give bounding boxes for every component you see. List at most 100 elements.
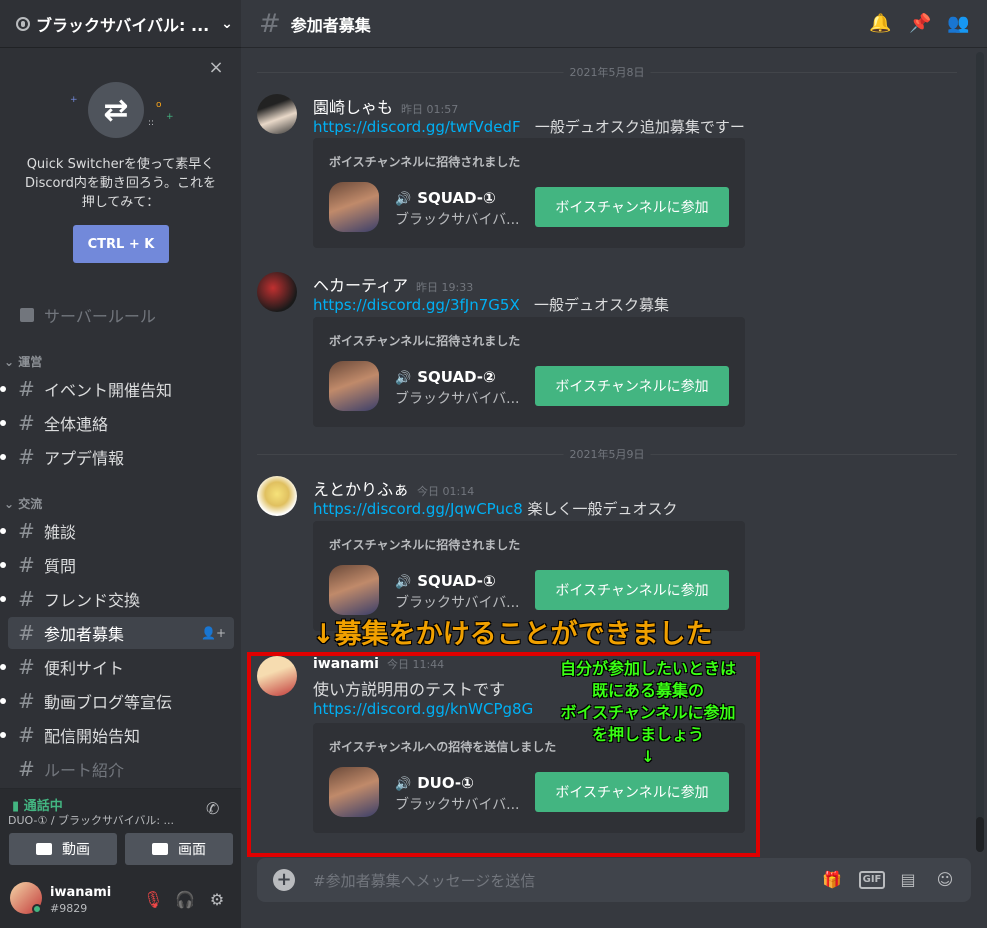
voice-channel-name: SQUAD-② <box>417 368 496 386</box>
hash-icon: # <box>18 621 35 645</box>
sparkle-icon: :: <box>148 118 155 128</box>
add-member-icon[interactable]: 👤+ <box>201 626 226 640</box>
avatar[interactable] <box>257 94 297 134</box>
rules-icon <box>20 308 34 322</box>
annotation-note: 自分が参加したいときは 既にある募集の ボイスチャンネルに参加 を押しましょう … <box>559 659 736 766</box>
channel-item[interactable]: # フレンド交換 <box>0 583 234 615</box>
unread-dot <box>0 664 6 670</box>
hash-icon: # <box>18 723 35 747</box>
hash-icon: # <box>18 655 35 679</box>
category-kouryu[interactable]: ⌄ 交流 <box>4 495 42 512</box>
user-tag: #9829 <box>50 902 88 915</box>
channel-rules[interactable]: サーバールール <box>8 299 234 331</box>
invite-title: ボイスチャンネルに招待されました <box>329 538 521 552</box>
message-text: 一般デュオスク追加募集ですー <box>534 118 745 136</box>
category-unei[interactable]: ⌄ 運営 <box>4 353 42 370</box>
unread-dot <box>0 562 6 568</box>
unread-dot <box>0 732 6 738</box>
scrollbar[interactable] <box>976 52 984 852</box>
channel-header: # 参加者募集 🔔 📌 👥 <box>241 0 987 48</box>
close-icon[interactable]: × <box>206 58 226 78</box>
invite-link[interactable]: https://discord.gg/twfVdedF <box>313 118 521 136</box>
gear-icon[interactable]: ⚙ <box>207 890 227 910</box>
invite-server-name: ブラックサバイバ... <box>395 391 520 407</box>
unread-dot <box>0 528 6 534</box>
invite-link[interactable]: https://discord.gg/3fJn7G5X <box>313 296 520 314</box>
hash-icon: # <box>18 519 35 543</box>
join-voice-button[interactable]: ボイスチャンネルに参加 <box>535 366 729 406</box>
invite-title: ボイスチャンネルに招待されました <box>329 334 521 348</box>
annotation-title: ↓募集をかけることができました <box>312 619 713 650</box>
pin-icon[interactable]: 📌 <box>909 13 931 35</box>
message-input[interactable]: #参加者募集へメッセージを送信 <box>313 870 535 891</box>
channel-item[interactable]: # ルート紹介 <box>8 753 234 785</box>
date-divider: 2021年5月8日 <box>257 64 957 80</box>
video-button[interactable]: 動画 <box>9 833 117 865</box>
unread-dot <box>0 596 6 602</box>
discord-app: ブラックサバイバル: ... ⌄ × + o + :: ⇄ Quick Swit… <box>0 0 987 928</box>
author-name[interactable]: 園崎しゃも <box>313 98 393 117</box>
unread-dot <box>0 420 6 426</box>
screen-share-button[interactable]: 画面 <box>125 833 233 865</box>
voice-channel-name[interactable]: DUO-① / ブラックサバイバル: ... <box>8 812 188 828</box>
scrollbar-thumb[interactable] <box>976 817 984 852</box>
author-name[interactable]: えとかりふぁ <box>313 480 409 499</box>
quick-switcher-button[interactable]: CTRL + K <box>73 225 169 263</box>
user-name: iwanami <box>50 885 112 900</box>
hash-icon: # <box>18 377 35 401</box>
unread-dot <box>0 698 6 704</box>
channel-item[interactable]: # 雑談 <box>0 515 234 547</box>
join-voice-button[interactable]: ボイスチャンネルに参加 <box>535 187 729 227</box>
server-verified-icon <box>16 16 30 31</box>
author-name[interactable]: ヘカーティア <box>313 276 408 295</box>
channel-sidebar: ブラックサバイバル: ... ⌄ × + o + :: ⇄ Quick Swit… <box>0 0 241 928</box>
avatar[interactable] <box>257 272 297 312</box>
screen-icon <box>152 843 168 855</box>
channel-item[interactable]: # アプデ情報 <box>0 441 234 473</box>
channel-item[interactable]: # 動画ブログ等宣伝 <box>0 685 234 717</box>
member-list-icon[interactable]: 👥 <box>947 13 969 35</box>
disconnect-icon[interactable]: ✆ <box>206 799 219 818</box>
voice-channel-name: SQUAD-① <box>417 189 496 207</box>
timestamp: 今日 01:14 <box>417 485 475 498</box>
camera-icon <box>36 843 52 855</box>
emoji-icon[interactable]: ☺ <box>933 869 957 891</box>
server-header[interactable]: ブラックサバイバル: ... ⌄ <box>0 0 241 48</box>
hash-icon: # <box>18 445 35 469</box>
hash-icon: # <box>18 757 35 781</box>
join-voice-button[interactable]: ボイスチャンネルに参加 <box>535 570 729 610</box>
date-divider: 2021年5月9日 <box>257 446 957 462</box>
gift-icon[interactable]: 🎁 <box>821 869 843 891</box>
mic-muted-icon[interactable]: 🎙 <box>143 890 163 910</box>
channel-item[interactable]: # 便利サイト <box>0 651 234 683</box>
hash-icon: # <box>18 689 35 713</box>
bell-icon[interactable]: 🔔 <box>869 13 891 35</box>
gif-icon[interactable]: GIF <box>859 871 885 889</box>
channel-item[interactable]: # 配信開始告知 <box>0 719 234 751</box>
add-attachment-icon[interactable]: + <box>273 869 295 891</box>
voice-channel-name: SQUAD-① <box>417 572 496 590</box>
channel-item-active[interactable]: # 参加者募集 👤+ <box>8 617 234 649</box>
server-icon <box>329 361 379 411</box>
hash-icon: # <box>259 8 281 39</box>
sparkle-icon: + <box>166 112 174 122</box>
invite-title: ボイスチャンネルに招待されました <box>329 155 521 169</box>
server-icon <box>329 182 379 232</box>
timestamp: 昨日 19:33 <box>416 281 474 294</box>
server-name: ブラックサバイバル: ... <box>36 15 210 35</box>
quick-switcher-text: Quick Switcherを使って素早く Discord内を動き回ろう。これを… <box>24 157 217 210</box>
invite-server-name: ブラックサバイバ... <box>395 212 520 228</box>
avatar[interactable] <box>257 476 297 516</box>
unread-dot <box>0 454 6 460</box>
channel-item[interactable]: # 全体連絡 <box>0 407 234 439</box>
voice-connection-panel: ▮ 通話中 DUO-① / ブラックサバイバル: ... ✆ 動画 画面 <box>0 788 241 868</box>
sticker-icon[interactable]: ▤ <box>897 869 919 891</box>
headphones-icon[interactable]: 🎧 <box>175 890 195 910</box>
user-panel: iwanami #9829 🎙 🎧 ⚙ <box>0 868 241 928</box>
unread-dot <box>0 386 6 392</box>
channel-item[interactable]: # 質問 <box>0 549 234 581</box>
chevron-down-icon[interactable]: ⌄ <box>213 16 241 32</box>
channel-item[interactable]: # イベント開催告知 <box>0 373 234 405</box>
invite-link[interactable]: https://discord.gg/JqwCPuc8 <box>313 500 523 518</box>
timestamp: 昨日 01:57 <box>401 103 459 116</box>
